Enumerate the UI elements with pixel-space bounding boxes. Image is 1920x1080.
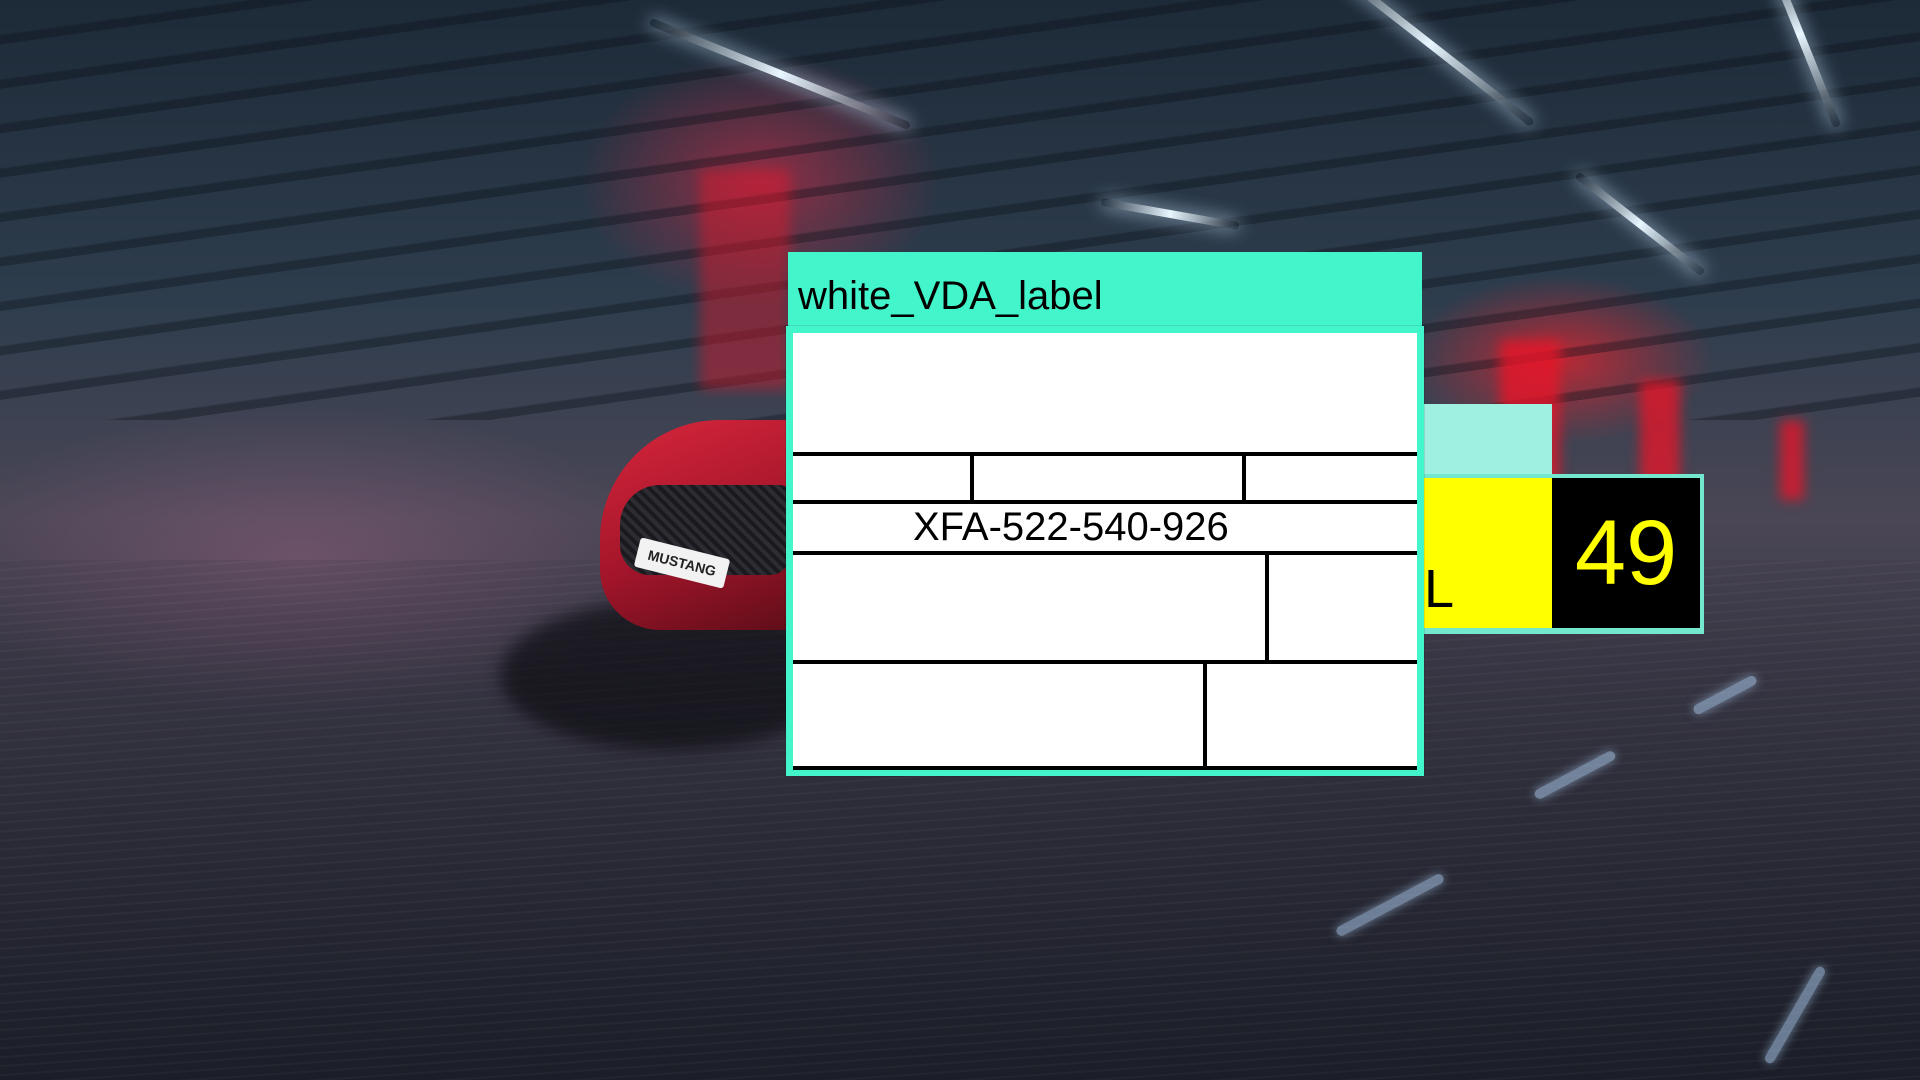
back-label-partial-text: L: [1424, 559, 1455, 619]
desktop-canvas: MUSTANG L 49 white_VDA_label XFA-522-540…: [0, 0, 1920, 1080]
tunnel-red-light: [1780, 420, 1804, 500]
label-code: XFA-522-540-926: [913, 505, 1229, 549]
label-divider: [1242, 452, 1246, 502]
label-divider: [793, 551, 1417, 555]
label-divider: [793, 766, 1417, 770]
label-body[interactable]: XFA-522-540-926: [786, 326, 1424, 776]
label-divider: [793, 660, 1417, 664]
back-label-yellow-field: L: [1424, 478, 1552, 628]
label-divider: [1203, 660, 1207, 770]
label-divider: [793, 452, 1417, 456]
label-title-tab[interactable]: white_VDA_label: [788, 252, 1422, 326]
label-title: white_VDA_label: [798, 274, 1103, 318]
label-divider: [793, 500, 1417, 504]
tunnel-red-light: [700, 170, 790, 390]
label-divider: [970, 452, 974, 502]
label-divider: [1265, 551, 1269, 661]
back-label-number: 49: [1552, 478, 1700, 628]
back-label-tab[interactable]: [1420, 404, 1552, 480]
